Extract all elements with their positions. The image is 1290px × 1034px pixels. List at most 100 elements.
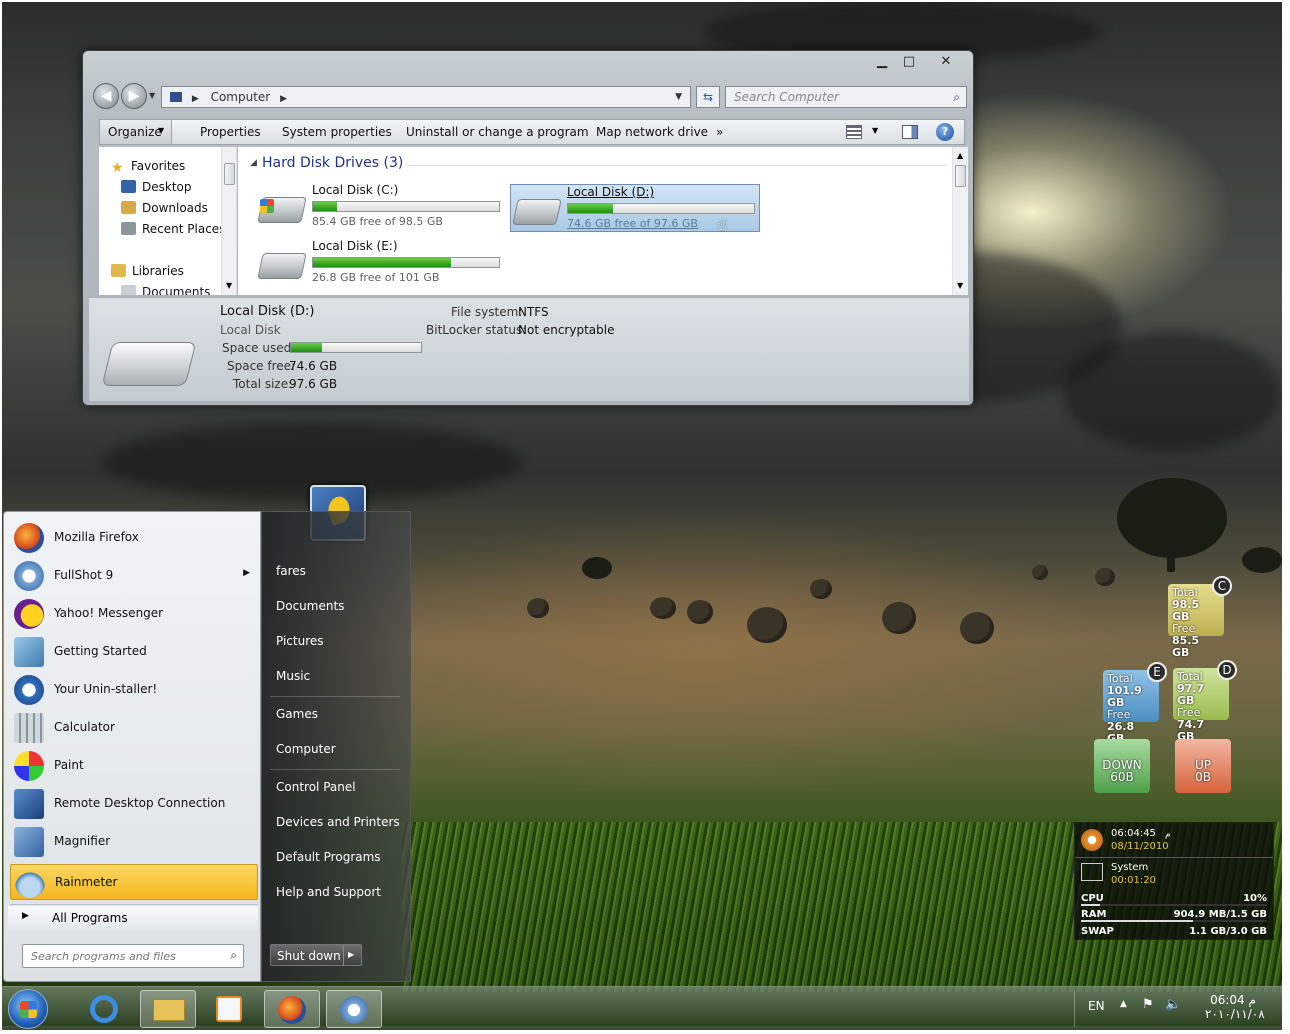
firefox-icon xyxy=(278,996,306,1024)
details-type: Local Disk xyxy=(220,323,281,337)
nav-desktop[interactable]: Desktop xyxy=(121,180,192,194)
show-hidden-icons[interactable]: ▲ xyxy=(1120,999,1127,1009)
search-input[interactable]: Search Computer ⌕ xyxy=(725,86,967,108)
taskbar-fullshot[interactable] xyxy=(326,990,382,1028)
forward-button[interactable]: ▶ xyxy=(121,83,147,109)
link-music[interactable]: Music xyxy=(276,669,310,683)
magnifier-icon xyxy=(14,827,44,857)
clock-time: 06:04:45 xyxy=(1111,828,1156,839)
nav-recent-places[interactable]: Recent Places xyxy=(121,222,225,236)
drive-d-badge: D xyxy=(1217,660,1237,680)
details-pane: Local Disk (D:) Local Disk Space used: S… xyxy=(89,297,969,401)
internet-explorer-icon xyxy=(90,995,118,1023)
preview-pane-icon[interactable] xyxy=(902,125,918,139)
link-pictures[interactable]: Pictures xyxy=(276,634,324,648)
collapse-group-icon[interactable]: ◢ xyxy=(250,158,257,168)
camera-icon xyxy=(340,996,368,1024)
program-rainmeter[interactable]: Rainmeter xyxy=(10,864,258,900)
details-name: Local Disk (D:) xyxy=(220,304,315,319)
link-computer[interactable]: Computer xyxy=(276,742,336,756)
taskbar-clock[interactable]: 06:04 م ٢٠١٠/١١/٠٨ xyxy=(1205,993,1265,1021)
calculator-icon xyxy=(14,713,44,743)
rainmeter-drop-icon xyxy=(15,868,45,898)
libraries-icon xyxy=(111,264,126,277)
more-commands-button[interactable]: » xyxy=(716,125,723,139)
link-documents[interactable]: Documents xyxy=(276,599,344,613)
link-games[interactable]: Games xyxy=(276,707,318,721)
program-calculator[interactable]: Calculator xyxy=(10,710,258,746)
folder-icon xyxy=(153,999,185,1021)
system-monitor-icon xyxy=(1081,863,1103,881)
language-indicator[interactable]: EN xyxy=(1088,999,1105,1013)
computer-icon xyxy=(170,92,182,102)
explorer-window: ▁ □ ✕ ◀ ▶ ▼ ▶ Computer ▶ ▼ ⇆ Search Comp… xyxy=(82,50,974,406)
link-control-panel[interactable]: Control Panel xyxy=(276,780,356,794)
properties-button[interactable]: Properties xyxy=(200,125,261,139)
taskbar-media-player[interactable] xyxy=(202,990,258,1028)
nav-libraries[interactable]: Libraries xyxy=(111,264,184,278)
nav-scrollbar[interactable]: ▼ xyxy=(221,147,236,295)
program-magnifier[interactable]: Magnifier xyxy=(10,824,258,860)
hard-drive-icon xyxy=(512,199,562,225)
help-icon[interactable]: ? xyxy=(936,123,954,141)
start-button[interactable] xyxy=(8,989,48,1029)
download-meter-gadget: DOWN 60B xyxy=(1094,739,1150,793)
program-paint[interactable]: Paint xyxy=(10,748,258,784)
program-remote-desktop[interactable]: Remote Desktop Connection xyxy=(10,786,258,822)
program-uninstaller[interactable]: Your Unin-staller! xyxy=(10,672,258,708)
history-dropdown[interactable]: ▼ xyxy=(149,91,155,100)
content-pane: ◢ Hard Disk Drives (3) Local Disk (C:) 8… xyxy=(238,147,968,295)
drive-c[interactable]: Local Disk (C:) 85.4 GB free of 98.5 GB xyxy=(256,183,506,231)
organize-button[interactable]: Organize ▼ xyxy=(100,120,172,144)
media-player-icon xyxy=(216,996,242,1022)
volume-icon[interactable]: 🔈 xyxy=(1165,997,1181,1012)
link-help-support[interactable]: Help and Support xyxy=(276,885,381,899)
recent-places-icon xyxy=(121,222,136,235)
breadcrumb[interactable]: Computer xyxy=(211,90,271,104)
back-button[interactable]: ◀ xyxy=(93,83,119,109)
start-programs-pane: Mozilla Firefox FullShot 9 ▶ Yahoo! Messe… xyxy=(3,511,261,982)
link-user[interactable]: fares xyxy=(276,564,306,578)
taskbar-ie[interactable] xyxy=(76,990,132,1028)
program-yahoo-messenger[interactable]: Yahoo! Messenger xyxy=(10,596,258,632)
remote-desktop-icon xyxy=(14,789,44,819)
refresh-button[interactable]: ⇆ xyxy=(696,86,720,108)
yahoo-icon xyxy=(14,599,44,629)
map-network-drive-button[interactable]: Map network drive xyxy=(596,125,708,139)
program-firefox[interactable]: Mozilla Firefox xyxy=(10,520,258,556)
windows-logo-icon xyxy=(260,199,274,213)
shutdown-button[interactable]: Shut down ▶ xyxy=(270,944,362,966)
uninstaller-icon xyxy=(14,675,44,705)
taskbar-explorer[interactable] xyxy=(140,990,196,1028)
search-icon: ⌕ xyxy=(230,948,237,962)
start-search-input[interactable]: Search programs and files ⌕ xyxy=(22,944,244,968)
link-devices-printers[interactable]: Devices and Printers xyxy=(276,815,400,829)
program-fullshot[interactable]: FullShot 9 ▶ xyxy=(10,558,258,594)
program-getting-started[interactable]: Getting Started xyxy=(10,634,258,670)
hard-drive-large-icon xyxy=(101,342,197,386)
taskbar-firefox[interactable] xyxy=(264,990,320,1028)
drive-d[interactable]: Local Disk (D:) 74.6 GB free of 97.6 GB … xyxy=(510,184,760,234)
address-dropdown-icon[interactable]: ▼ xyxy=(675,87,682,107)
camera-icon xyxy=(14,561,44,591)
uninstall-program-button[interactable]: Uninstall or change a program xyxy=(406,125,589,139)
view-dropdown-icon[interactable]: ▼ xyxy=(872,126,878,135)
action-center-flag-icon[interactable]: ⚑ xyxy=(1142,997,1154,1012)
content-scrollbar[interactable]: ▲ ▼ xyxy=(952,147,968,295)
search-icon: ⌕ xyxy=(953,90,960,104)
minimize-button[interactable]: ▁ xyxy=(869,53,895,71)
nav-documents[interactable]: Documents xyxy=(121,285,210,295)
address-bar[interactable]: ▶ Computer ▶ ▼ xyxy=(161,86,691,108)
drive-e[interactable]: Local Disk (E:) 26.8 GB free of 101 GB xyxy=(256,239,506,287)
close-button[interactable]: ✕ xyxy=(933,53,959,71)
system-properties-button[interactable]: System properties xyxy=(282,125,392,139)
shutdown-options-icon[interactable]: ▶ xyxy=(348,950,354,959)
nav-downloads[interactable]: Downloads xyxy=(121,201,208,215)
nav-favorites[interactable]: ★ Favorites xyxy=(111,159,185,176)
all-programs-button[interactable]: ▶ All Programs xyxy=(8,906,258,930)
maximize-button[interactable]: □ xyxy=(896,53,922,71)
drive-d-usage-bar xyxy=(567,203,755,214)
view-options-icon[interactable] xyxy=(846,125,862,139)
getting-started-icon xyxy=(14,637,44,667)
link-default-programs[interactable]: Default Programs xyxy=(276,850,381,864)
